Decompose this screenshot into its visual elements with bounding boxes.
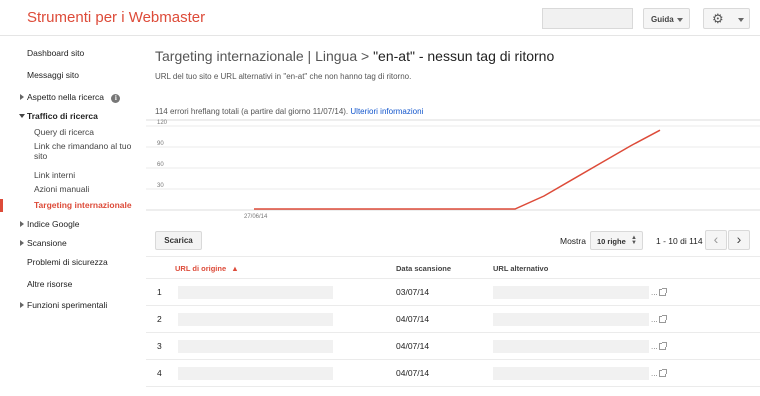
expand-arrow-icon [20,94,24,100]
truncation-ellipsis: ... [651,288,658,297]
help-button[interactable]: Guida [643,8,690,29]
alternate-url-redacted[interactable] [493,286,649,299]
settings-button[interactable]: ⚙ [703,8,750,29]
crawl-date: 03/07/14 [396,287,430,297]
table-divider [146,256,760,257]
truncation-ellipsis: ... [651,369,658,378]
external-link-icon[interactable] [659,288,667,296]
sidebar-item-label: Link che rimandano al tuo [34,141,132,151]
expand-arrow-icon [20,240,24,246]
column-header-source-url[interactable]: URL di origine ▲ [175,264,239,273]
download-button[interactable]: Scarica [155,231,202,250]
sidebar-item-label: Aspetto nella ricerca [27,92,105,102]
error-summary-text: 114 errori hreflang totali (a partire da… [155,107,349,116]
gear-icon: ⚙ [712,11,724,26]
crawl-date: 04/07/14 [396,314,430,324]
external-link-icon[interactable] [659,315,667,323]
rows-per-page-select[interactable]: 10 righe ▲ ▼ [590,231,643,250]
search-input[interactable] [542,8,633,29]
y-tick-label: 30 [157,183,164,189]
table-divider [146,278,760,279]
errors-line-chart: 120 90 60 30 27/06/14 [146,119,760,220]
table-divider [146,386,760,387]
external-link-icon[interactable] [659,342,667,350]
source-url-redacted[interactable] [178,367,333,380]
sidebar-item-messages[interactable]: Messaggi sito [27,70,79,80]
row-number: 4 [157,368,162,378]
expand-arrow-icon [20,302,24,308]
source-url-redacted[interactable] [178,286,333,299]
row-number: 2 [157,314,162,324]
alternate-url-redacted[interactable] [493,367,649,380]
chevron-left-icon: ‹ [713,231,719,247]
previous-page-button[interactable]: ‹ [705,230,727,250]
truncation-ellipsis: ... [651,315,658,324]
app-title[interactable]: Strumenti per i Webmaster [27,9,205,26]
sidebar-item-search-traffic[interactable]: Traffico di ricerca [19,111,98,121]
column-header-crawl-date[interactable]: Data scansione [396,264,451,273]
collapse-arrow-icon [19,114,25,118]
sidebar-item-label: Traffico di ricerca [27,111,98,121]
more-info-link[interactable]: Ulteriori informazioni [350,107,423,116]
sidebar-item-dashboard[interactable]: Dashboard sito [27,48,84,58]
error-summary: 114 errori hreflang totali (a partire da… [155,107,423,116]
sidebar-item-search-queries[interactable]: Query di ricerca [34,127,94,137]
chevron-down-icon [738,18,744,22]
chevron-right-icon: › [736,231,742,247]
sidebar-item-label: Indice Google [27,219,80,229]
truncation-ellipsis: ... [651,342,658,351]
row-number: 1 [157,287,162,297]
sidebar-item-links-to-site[interactable]: Link che rimandano al tuo sito [34,141,131,161]
header-bar: Strumenti per i Webmaster Guida ⚙ [0,0,760,36]
alternate-url-redacted[interactable] [493,340,649,353]
info-icon[interactable]: i [111,94,121,103]
page-subtitle: URL del tuo sito e URL alternativi in "e… [155,72,412,81]
x-tick-label: 27/06/14 [244,214,268,220]
column-header-label: URL di origine [175,264,227,273]
active-indicator [0,199,3,212]
y-tick-label: 60 [157,162,164,168]
sort-ascending-icon: ▲ [231,264,239,273]
sidebar-item-manual-actions[interactable]: Azioni manuali [34,184,89,194]
sidebar-item-crawl[interactable]: Scansione [20,238,67,248]
page-title-prefix: Targeting internazionale | Lingua > [155,48,374,64]
expand-arrow-icon [20,221,24,227]
table-divider [146,359,760,360]
row-number: 3 [157,341,162,351]
select-arrows-icon: ▲ ▼ [631,235,637,246]
next-page-button[interactable]: › [728,230,750,250]
crawl-date: 04/07/14 [396,368,430,378]
show-label: Mostra [560,236,586,246]
errors-series-line [254,129,661,210]
help-button-label: Guida [651,15,674,24]
table-divider [146,305,760,306]
sidebar-item-search-appearance[interactable]: Aspetto nella ricerca i [20,92,121,103]
page-title: Targeting internazionale | Lingua > "en-… [155,48,554,64]
sidebar-item-google-index[interactable]: Indice Google [20,219,80,229]
y-tick-label: 90 [157,141,164,147]
pagination-text: 1 - 10 di 114 [656,236,703,246]
external-link-icon[interactable] [659,369,667,377]
sidebar-item-security-issues[interactable]: Problemi di sicurezza [27,257,108,267]
sidebar-item-labs[interactable]: Funzioni sperimentali [20,300,108,310]
crawl-date: 04/07/14 [396,341,430,351]
sidebar-item-label: Scansione [27,238,67,248]
sidebar: Dashboard sito Messaggi sito Aspetto nel… [0,37,145,396]
table-divider [146,332,760,333]
sidebar-item-label: Funzioni sperimentali [27,300,108,310]
sidebar-item-internal-links[interactable]: Link interni [34,170,75,180]
sidebar-item-international-targeting[interactable]: Targeting internazionale [34,200,132,210]
sidebar-item-label-cont: sito [34,151,48,161]
chevron-down-icon [677,18,683,22]
page-title-highlight: "en-at" - nessun tag di ritorno [373,48,555,64]
source-url-redacted[interactable] [178,340,333,353]
source-url-redacted[interactable] [178,313,333,326]
sidebar-item-other-resources[interactable]: Altre risorse [27,279,72,289]
column-header-alternate-url[interactable]: URL alternativo [493,264,548,273]
y-tick-label: 120 [157,120,168,126]
alternate-url-redacted[interactable] [493,313,649,326]
rows-select-value: 10 righe [597,237,626,246]
